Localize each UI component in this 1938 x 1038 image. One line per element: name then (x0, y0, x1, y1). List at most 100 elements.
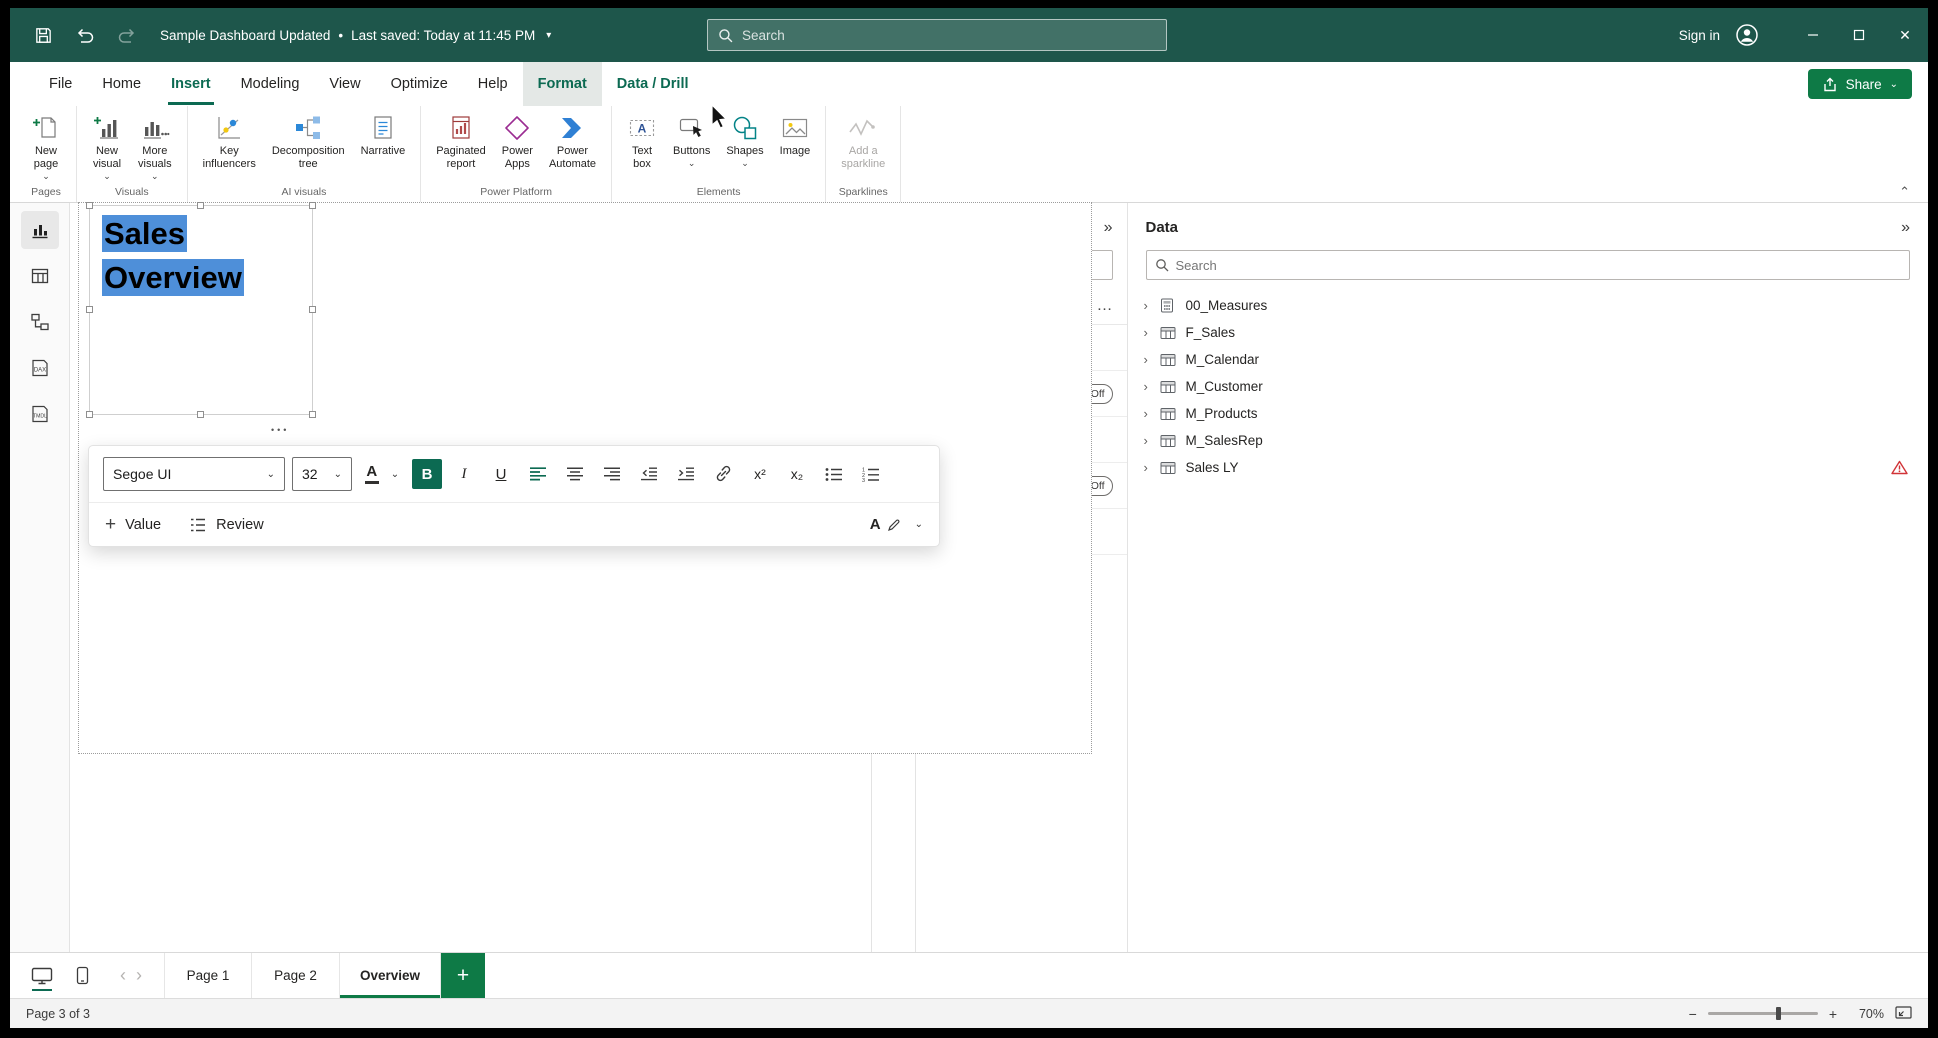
collapse-data-panel-button[interactable]: » (1901, 220, 1910, 236)
ribbon-button-paginated-report[interactable]: Paginated report (429, 110, 493, 173)
resize-handle-nw[interactable] (86, 202, 93, 209)
data-item-sales-ly[interactable]: › Sales LY (1128, 454, 1929, 481)
zoom-slider-handle[interactable] (1776, 1007, 1781, 1020)
ribbon-button-buttons[interactable]: Buttons ⌄ (666, 110, 717, 170)
ribbon-button-power-automate[interactable]: Power Automate (542, 110, 603, 173)
zoom-level[interactable]: 70% (1848, 1007, 1884, 1021)
previous-page-button[interactable]: ‹ (120, 965, 126, 986)
align-left-button[interactable] (523, 459, 553, 489)
zoom-in-button[interactable]: + (1829, 1006, 1837, 1022)
bold-button[interactable]: B (412, 459, 442, 489)
table-view-button[interactable] (21, 257, 59, 295)
ribbon-button-text-box[interactable]: A Text box (620, 110, 664, 173)
ribbon-button-add-sparkline[interactable]: Add a sparkline (834, 110, 892, 173)
data-item-00-measures[interactable]: › 00_Measures (1128, 292, 1929, 319)
data-item-m-salesrep[interactable]: › M_SalesRep (1128, 427, 1929, 454)
report-canvas[interactable]: Sales Overview ••• Segoe UI (70, 203, 872, 952)
font-color-button[interactable]: A ⌄ (359, 459, 405, 489)
page-tab-page-2[interactable]: Page 2 (252, 953, 340, 998)
underline-button[interactable]: U (486, 459, 516, 489)
page-tabs: Page 1 Page 2 Overview (164, 953, 441, 998)
ribbon-button-shapes[interactable]: Shapes ⌄ (719, 110, 770, 170)
zoom-out-button[interactable]: − (1689, 1006, 1697, 1022)
increase-indent-button[interactable] (671, 459, 701, 489)
minimize-button[interactable] (1790, 8, 1836, 62)
more-options-button[interactable]: … (1097, 297, 1113, 324)
textbox-line: Sales (102, 212, 300, 256)
align-center-button[interactable] (560, 459, 590, 489)
data-item-f-sales[interactable]: › F_Sales (1128, 319, 1929, 346)
data-search[interactable] (1146, 250, 1911, 280)
undo-button[interactable] (68, 18, 102, 52)
page-tab-page-1[interactable]: Page 1 (164, 953, 252, 998)
save-button[interactable] (26, 18, 60, 52)
resize-handle-e[interactable] (309, 306, 316, 313)
menu-tab-help[interactable]: Help (463, 62, 523, 106)
ribbon-button-image[interactable]: Image (773, 110, 818, 160)
font-family-select[interactable]: Segoe UI ⌄ (103, 457, 285, 491)
proofing-button[interactable]: A ⌄ (870, 516, 923, 533)
collapse-format-panel-button[interactable]: » (1104, 220, 1113, 236)
insert-value-button[interactable]: + Value (105, 515, 161, 534)
dax-query-view-button[interactable]: DAX (21, 349, 59, 387)
report-view-button[interactable] (21, 211, 59, 249)
resize-handle-s[interactable] (197, 411, 204, 418)
data-item-m-customer[interactable]: › M_Customer (1128, 373, 1929, 400)
resize-handle-w[interactable] (86, 306, 93, 313)
resize-handle-n[interactable] (197, 202, 204, 209)
numbered-list-button[interactable]: 123 (856, 459, 886, 489)
font-size-select[interactable]: 32 ⌄ (292, 457, 352, 491)
add-page-button[interactable]: + (441, 953, 485, 998)
model-view-button[interactable] (21, 303, 59, 341)
document-title[interactable]: Sample Dashboard Updated • Last saved: T… (160, 28, 551, 43)
resize-handle-sw[interactable] (86, 411, 93, 418)
bullet-list-button[interactable] (819, 459, 849, 489)
decrease-indent-button[interactable] (634, 459, 664, 489)
menu-tab-home[interactable]: Home (87, 62, 156, 106)
page-tab-overview[interactable]: Overview (340, 953, 441, 998)
menu-tab-optimize[interactable]: Optimize (376, 62, 463, 106)
menu-tab-format[interactable]: Format (523, 62, 602, 106)
italic-button[interactable]: I (449, 459, 479, 489)
data-search-input[interactable] (1176, 258, 1902, 273)
superscript-button[interactable]: x² (745, 459, 775, 489)
global-search-input[interactable] (742, 28, 1156, 43)
ribbon-button-new-visual[interactable]: New visual ⌄ (85, 110, 129, 183)
menu-tab-insert[interactable]: Insert (156, 62, 226, 106)
resize-handle-se[interactable] (309, 411, 316, 418)
desktop-layout-button[interactable] (24, 958, 60, 994)
align-right-button[interactable] (597, 459, 627, 489)
maximize-button[interactable] (1836, 8, 1882, 62)
data-item-m-calendar[interactable]: › M_Calendar (1128, 346, 1929, 373)
ribbon-button-more-visuals[interactable]: More visuals ⌄ (131, 110, 179, 183)
collapse-ribbon-button[interactable]: ⌃ (1899, 184, 1910, 200)
visual-more-options[interactable]: ••• (271, 425, 289, 435)
zoom-slider[interactable] (1708, 1012, 1818, 1015)
data-item-m-products[interactable]: › M_Products (1128, 400, 1929, 427)
ribbon-button-power-apps[interactable]: Power Apps (495, 110, 540, 173)
ribbon-button-key-influencers[interactable]: Key influencers (196, 110, 263, 173)
resize-handle-ne[interactable] (309, 202, 316, 209)
share-button[interactable]: Share ⌄ (1808, 69, 1912, 99)
ribbon-button-new-page[interactable]: New page ⌄ (24, 110, 68, 183)
menu-tab-data-drill[interactable]: Data / Drill (602, 62, 704, 106)
sign-in-button[interactable]: Sign in (1679, 28, 1720, 43)
menu-tab-file[interactable]: File (34, 62, 87, 106)
ribbon-button-narrative[interactable]: Narrative (354, 110, 413, 160)
menu-tab-modeling[interactable]: Modeling (226, 62, 315, 106)
global-search[interactable] (707, 19, 1167, 51)
close-button[interactable]: ✕ (1882, 8, 1928, 62)
tmdl-view-button[interactable]: TMDL (21, 395, 59, 433)
selected-textbox[interactable]: Sales Overview (89, 205, 313, 415)
text-toolbar-row1: Segoe UI ⌄ 32 ⌄ A ⌄ B I U (89, 446, 939, 502)
ribbon-button-decomposition-tree[interactable]: Decomposition tree (265, 110, 352, 173)
next-page-button[interactable]: › (136, 965, 142, 986)
insert-link-button[interactable] (708, 459, 738, 489)
redo-button[interactable] (110, 18, 144, 52)
fit-to-page-button[interactable] (1895, 1005, 1912, 1023)
mobile-layout-button[interactable] (64, 958, 100, 994)
menu-tab-view[interactable]: View (314, 62, 375, 106)
subscript-button[interactable]: x₂ (782, 459, 812, 489)
account-avatar-icon[interactable] (1734, 22, 1760, 48)
review-button[interactable]: Review (189, 517, 264, 533)
